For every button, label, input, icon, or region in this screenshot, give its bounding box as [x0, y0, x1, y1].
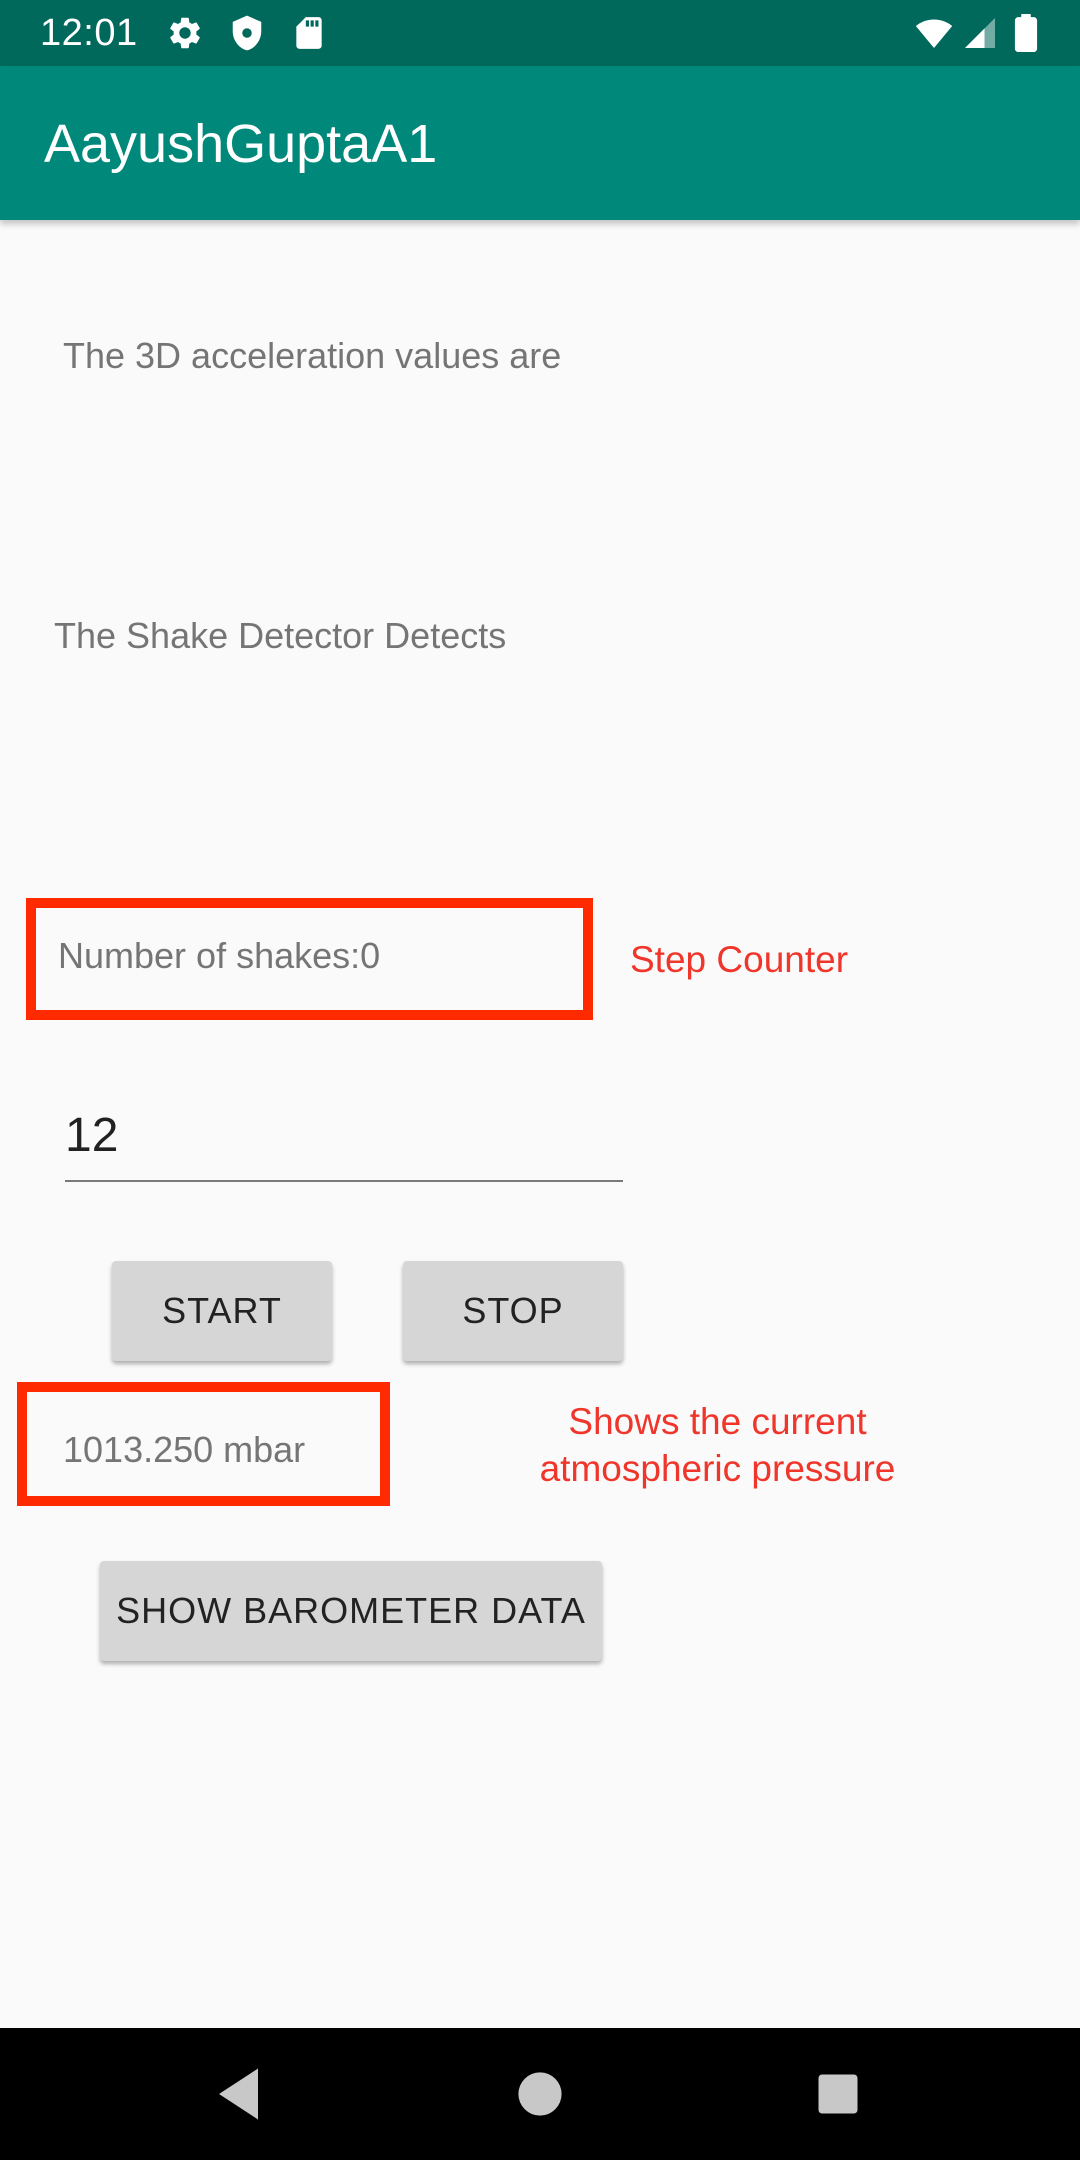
threshold-input-value: 12	[65, 1109, 119, 1162]
stop-button[interactable]: STOP	[403, 1261, 623, 1361]
wifi-icon	[915, 19, 953, 49]
shake-count-text: Number of shakes:0	[58, 935, 381, 976]
acceleration-label: The 3D acceleration values are	[63, 335, 562, 376]
pressure-annotation-line1: Shows the current	[568, 1401, 867, 1442]
navigation-bar	[0, 2028, 1080, 2160]
app-bar: AayushGuptaA1	[0, 66, 1080, 220]
threshold-input[interactable]: 12	[65, 1100, 623, 1182]
pressure-annotation: Shows the current atmospheric pressure	[520, 1398, 915, 1492]
status-time: 12:01	[40, 12, 138, 54]
status-bar: 12:01	[0, 0, 1080, 66]
shield-icon	[232, 15, 262, 51]
battery-icon	[1014, 14, 1038, 52]
step-counter-annotation: Step Counter	[630, 939, 849, 980]
shake-detector-label: The Shake Detector Detects	[54, 615, 507, 656]
pressure-text: 1013.250 mbar	[63, 1429, 306, 1470]
home-icon[interactable]	[504, 2058, 576, 2130]
back-icon[interactable]	[204, 2058, 276, 2130]
sd-card-icon	[296, 17, 322, 49]
start-button[interactable]: START	[112, 1261, 332, 1361]
recents-icon[interactable]	[802, 2058, 874, 2130]
pressure-annotation-line2: atmospheric pressure	[539, 1448, 896, 1489]
app-title: AayushGuptaA1	[44, 114, 438, 174]
gear-icon	[170, 17, 200, 49]
signal-icon	[965, 18, 995, 48]
show-barometer-data-button[interactable]: SHOW BAROMETER DATA	[100, 1561, 602, 1661]
